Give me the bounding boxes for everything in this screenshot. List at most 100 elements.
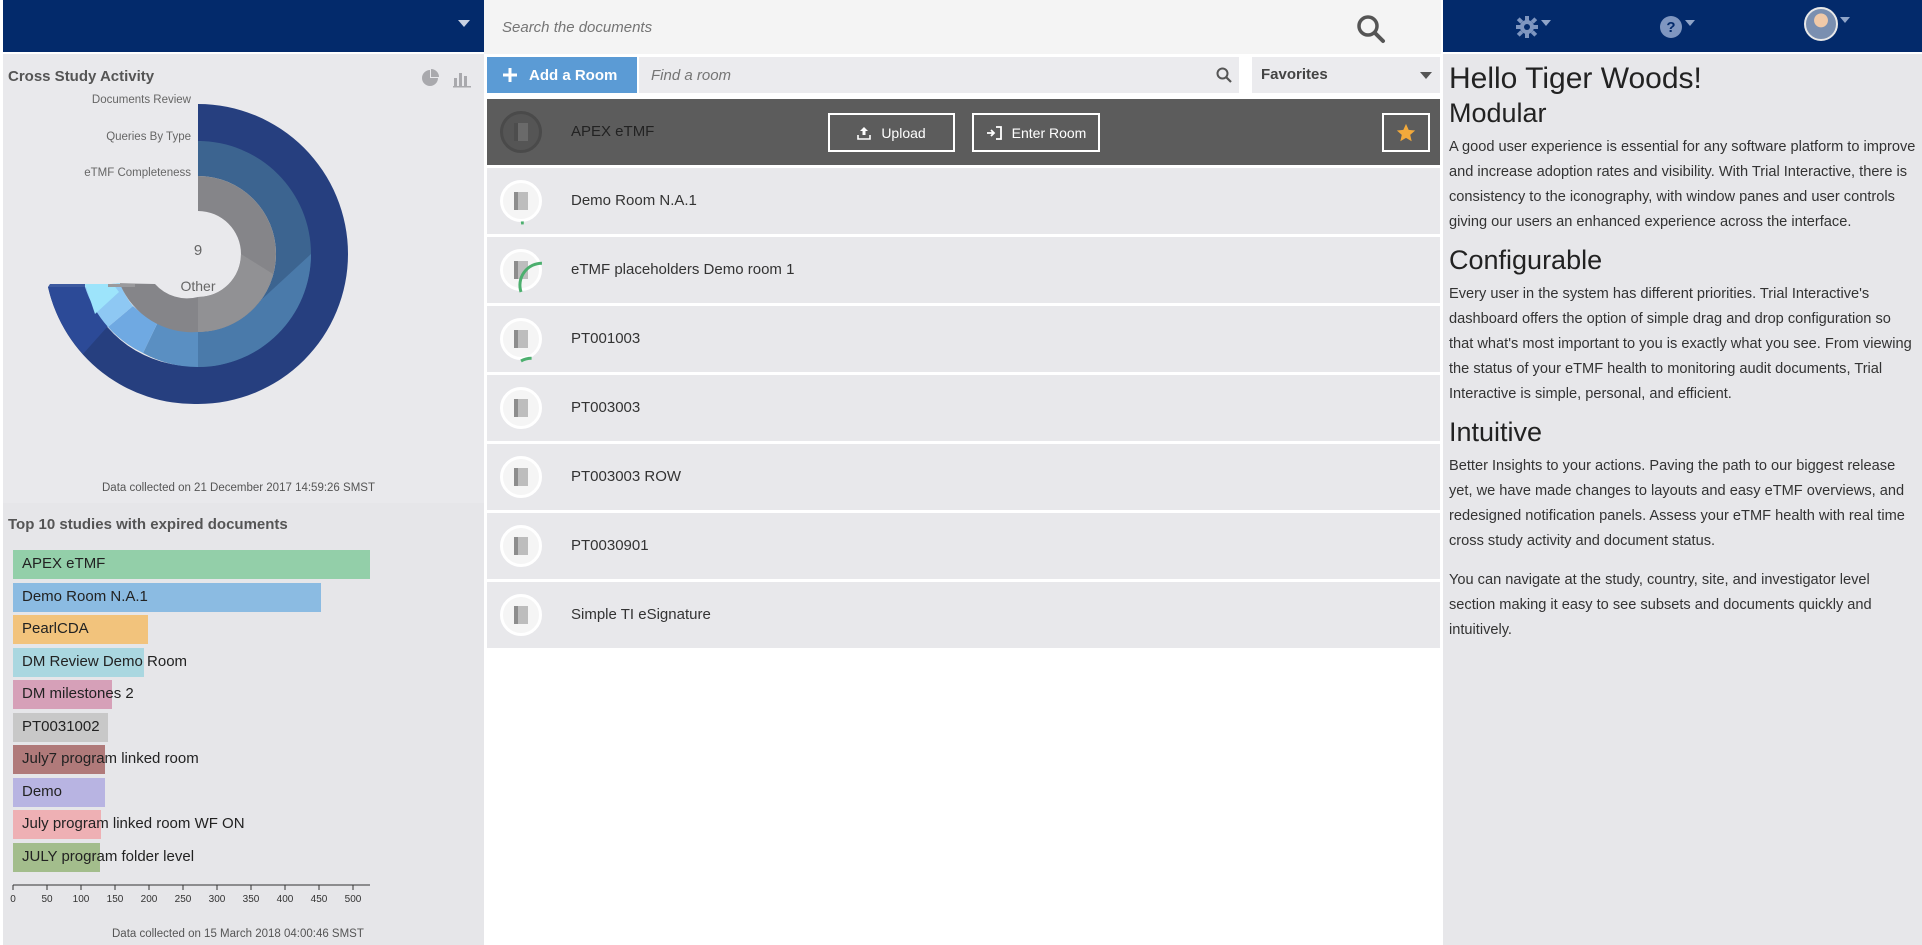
star-icon: [1396, 123, 1416, 141]
door-icon: [500, 456, 542, 498]
door-icon: [500, 387, 542, 429]
bar-row[interactable]: Demo: [13, 777, 373, 807]
bar-label: PT0031002: [22, 717, 100, 735]
bar-label: APEX eTMF: [22, 555, 106, 572]
chevron-down-icon[interactable]: [458, 20, 470, 27]
heading-configurable: Configurable: [1449, 245, 1603, 275]
heading-modular: Modular: [1449, 98, 1547, 128]
room-progress-arc: [518, 261, 543, 293]
paragraph-modular: A good user experience is essential for …: [1449, 139, 1916, 230]
room-name: Demo Room N.A.1: [571, 192, 697, 209]
favorites-dropdown[interactable]: Favorites: [1252, 57, 1440, 93]
room-progress-arc: [520, 356, 532, 363]
rooms-toolbar: Add a Room Favorites: [487, 57, 1440, 93]
bar-row[interactable]: DM Review Demo Room: [13, 647, 373, 677]
room-name: PT003003: [571, 399, 641, 416]
bar-label: Demo Room N.A.1: [22, 587, 148, 605]
bar-label: July7 program linked room: [22, 750, 199, 767]
bar-row[interactable]: JULY program folder level: [13, 842, 373, 872]
room-row[interactable]: eTMF placeholders Demo room 1: [487, 237, 1440, 303]
door-icon: [500, 525, 542, 567]
donut-center-label: Other: [180, 278, 216, 294]
x-tick-label: 400: [277, 894, 294, 905]
help-menu[interactable]: ?: [1659, 12, 1695, 42]
chevron-down-icon: [1840, 17, 1850, 23]
cross-study-activity-panel: Cross Study Activity Documents Review Qu…: [3, 54, 484, 503]
bar-row[interactable]: APEX eTMF: [13, 550, 373, 579]
user-menu[interactable]: [1804, 7, 1850, 41]
upload-button[interactable]: Upload: [828, 113, 955, 152]
panel-title: Top 10 studies with expired documents: [8, 516, 288, 533]
rooms-column: Add a Room Favorites APEX eTMF Upload Ente…: [487, 57, 1440, 945]
bar-row[interactable]: DM milestones 2: [13, 680, 373, 709]
greeting: Hello Tiger Woods!: [1449, 62, 1702, 95]
x-tick-label: 500: [345, 894, 362, 905]
enter-room-label: Enter Room: [1011, 124, 1087, 141]
paragraph-intuitive: Better Insights to your actions. Paving …: [1449, 458, 1905, 549]
gear-icon: [1516, 16, 1538, 38]
upload-label: Upload: [881, 124, 926, 141]
favorites-label: Favorites: [1261, 66, 1328, 83]
chevron-down-icon: [1541, 20, 1551, 26]
paragraph-configurable: Every user in the system has different p…: [1449, 286, 1912, 402]
enter-room-button[interactable]: Enter Room: [972, 113, 1100, 152]
room-row[interactable]: APEX eTMF Upload Enter Room: [487, 99, 1440, 165]
room-name: Simple TI eSignature: [571, 606, 711, 623]
room-name: eTMF placeholders Demo room 1: [571, 261, 795, 278]
svg-text:?: ?: [1666, 19, 1675, 36]
door-icon: [500, 318, 542, 363]
search-icon[interactable]: [1354, 12, 1388, 46]
bar-label: JULY program folder level: [22, 847, 195, 865]
room-name: PT0030901: [571, 537, 649, 554]
room-name: APEX eTMF: [571, 123, 655, 140]
settings-menu[interactable]: [1515, 12, 1551, 42]
help-icon: ?: [1660, 16, 1682, 38]
bar-label: Demo: [22, 782, 63, 800]
add-room-button[interactable]: Add a Room: [487, 57, 637, 93]
expired-documents-panel: Top 10 studies with expired documents AP…: [3, 506, 484, 945]
x-tick-label: 150: [107, 894, 124, 905]
study-selector[interactable]: [3, 0, 484, 52]
top-bar: ?: [0, 0, 1922, 54]
document-search-input[interactable]: [484, 0, 1364, 54]
room-row[interactable]: PT0030901: [487, 513, 1440, 579]
user-toolbar: ?: [1443, 0, 1922, 52]
x-tick-label: 100: [73, 894, 90, 905]
bar-row[interactable]: PearlCDA: [13, 615, 373, 644]
room-row[interactable]: PT003003 ROW: [487, 444, 1440, 510]
bar-row[interactable]: PT0031002: [13, 712, 373, 742]
bar-label: DM milestones 2: [22, 685, 134, 702]
room-name: PT001003: [571, 330, 641, 347]
upload-icon: [857, 126, 872, 140]
room-row[interactable]: PT003003: [487, 375, 1440, 441]
find-room-field: [639, 57, 1239, 93]
donut-center-value: 9: [193, 242, 203, 259]
bar-row[interactable]: July7 program linked room: [13, 745, 373, 774]
bar-row[interactable]: Demo Room N.A.1: [13, 582, 373, 612]
find-room-input[interactable]: [639, 57, 1199, 93]
cross-study-donut[interactable]: [3, 54, 484, 503]
document-search-bar: [484, 0, 1441, 54]
x-tick-label: 350: [243, 894, 260, 905]
door-icon: [500, 180, 542, 225]
plus-icon: [503, 68, 517, 82]
bar-label: July program linked room WF ON: [22, 815, 245, 832]
heading-intuitive: Intuitive: [1449, 417, 1543, 447]
chevron-down-icon: [1685, 20, 1695, 26]
room-row[interactable]: Simple TI eSignature: [487, 582, 1440, 648]
favorite-star-button[interactable]: [1382, 113, 1430, 152]
x-tick-label: 450: [311, 894, 328, 905]
search-icon[interactable]: [1215, 66, 1233, 84]
enter-icon: [986, 125, 1002, 140]
left-column: Cross Study Activity Documents Review Qu…: [3, 54, 484, 945]
avatar: [1804, 7, 1838, 41]
door-icon: [500, 249, 543, 293]
room-row[interactable]: PT001003: [487, 306, 1440, 372]
room-row[interactable]: Demo Room N.A.1: [487, 168, 1440, 234]
bar-row[interactable]: July program linked room WF ON: [13, 810, 373, 839]
x-axis: 0 50 100 150 200 250 300 350 400 450 500: [10, 884, 370, 905]
x-tick-label: 50: [41, 894, 53, 905]
door-icon: [500, 594, 542, 636]
add-room-label: Add a Room: [529, 66, 618, 84]
donut-label-etmf-completeness: eTMF Completeness: [84, 167, 191, 179]
